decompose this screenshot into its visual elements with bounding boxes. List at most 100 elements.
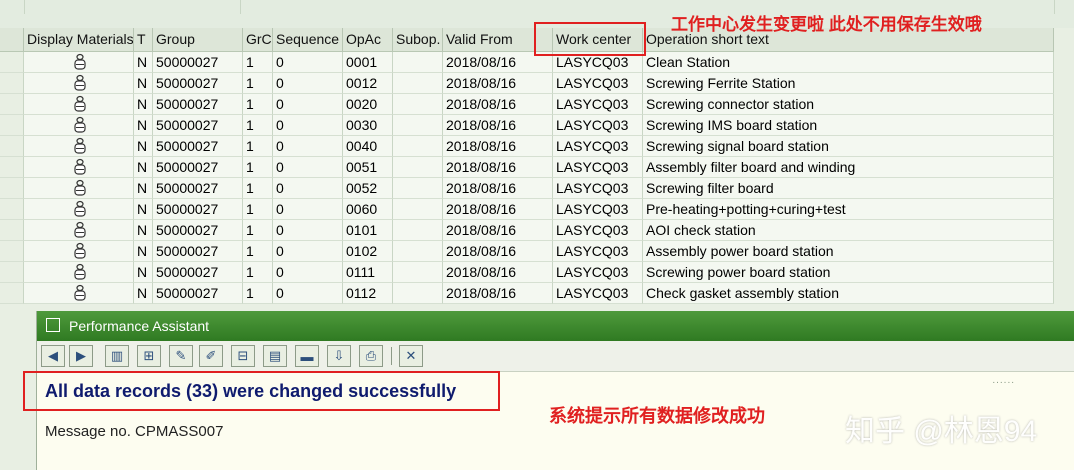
print-icon[interactable]: ⎙ bbox=[359, 345, 383, 367]
row-selector[interactable] bbox=[0, 220, 24, 241]
row-selector[interactable] bbox=[0, 262, 24, 283]
display-materials-cell[interactable] bbox=[24, 241, 134, 262]
material-component-icon[interactable] bbox=[73, 94, 87, 114]
opac-cell[interactable]: 0060 bbox=[343, 199, 393, 220]
display-materials-cell[interactable] bbox=[24, 178, 134, 199]
opac-cell[interactable]: 0111 bbox=[343, 262, 393, 283]
opac-cell[interactable]: 0012 bbox=[343, 73, 393, 94]
table-row[interactable]: N 50000027 1 0 0020 2018/08/16 LASYCQ03 Screwin… bbox=[0, 94, 1054, 115]
col-opac[interactable]: OpAc bbox=[343, 28, 393, 51]
card-icon[interactable]: ▬ bbox=[295, 345, 319, 367]
group-cell[interactable]: 50000027 bbox=[153, 73, 243, 94]
structure-icon[interactable]: ⊞ bbox=[137, 345, 161, 367]
operation-text-cell[interactable]: Assembly filter board and winding bbox=[643, 157, 1054, 178]
table-row[interactable]: N 50000027 1 0 0102 2018/08/16 LASYCQ03 Assembl… bbox=[0, 241, 1054, 262]
subop-cell[interactable] bbox=[393, 157, 443, 178]
grc-cell[interactable]: 1 bbox=[243, 94, 273, 115]
t-cell[interactable]: N bbox=[134, 52, 153, 73]
material-component-icon[interactable] bbox=[73, 178, 87, 198]
work-center-cell[interactable]: LASYCQ03 bbox=[553, 136, 643, 157]
opac-cell[interactable]: 0020 bbox=[343, 94, 393, 115]
opac-cell[interactable]: 0101 bbox=[343, 220, 393, 241]
subop-cell[interactable] bbox=[393, 73, 443, 94]
grc-cell[interactable]: 1 bbox=[243, 220, 273, 241]
row-selector[interactable] bbox=[0, 157, 24, 178]
grc-cell[interactable]: 1 bbox=[243, 52, 273, 73]
subop-cell[interactable] bbox=[393, 241, 443, 262]
work-center-cell[interactable]: LASYCQ03 bbox=[553, 115, 643, 136]
subop-cell[interactable] bbox=[393, 199, 443, 220]
opac-cell[interactable]: 0040 bbox=[343, 136, 393, 157]
row-selector[interactable] bbox=[0, 241, 24, 262]
table-row[interactable]: N 50000027 1 0 0051 2018/08/16 LASYCQ03 Assembl… bbox=[0, 157, 1054, 178]
close-icon[interactable]: ✕ bbox=[399, 345, 423, 367]
work-center-cell[interactable]: LASYCQ03 bbox=[553, 199, 643, 220]
valid-from-cell[interactable]: 2018/08/16 bbox=[443, 199, 553, 220]
work-center-cell[interactable]: LASYCQ03 bbox=[553, 178, 643, 199]
grc-cell[interactable]: 1 bbox=[243, 73, 273, 94]
valid-from-cell[interactable]: 2018/08/16 bbox=[443, 241, 553, 262]
sequence-cell[interactable]: 0 bbox=[273, 73, 343, 94]
t-cell[interactable]: N bbox=[134, 178, 153, 199]
row-selector[interactable] bbox=[0, 52, 24, 73]
group-cell[interactable]: 50000027 bbox=[153, 115, 243, 136]
table-row[interactable]: N 50000027 1 0 0112 2018/08/16 LASYCQ03 Check g… bbox=[0, 283, 1054, 304]
t-cell[interactable]: N bbox=[134, 199, 153, 220]
display-materials-cell[interactable] bbox=[24, 262, 134, 283]
subop-cell[interactable] bbox=[393, 262, 443, 283]
subop-cell[interactable] bbox=[393, 94, 443, 115]
grc-cell[interactable]: 1 bbox=[243, 178, 273, 199]
material-component-icon[interactable] bbox=[73, 73, 87, 93]
subop-cell[interactable] bbox=[393, 115, 443, 136]
material-component-icon[interactable] bbox=[73, 262, 87, 282]
display-materials-cell[interactable] bbox=[24, 94, 134, 115]
subop-cell[interactable] bbox=[393, 178, 443, 199]
row-selector[interactable] bbox=[0, 136, 24, 157]
t-cell[interactable]: N bbox=[134, 262, 153, 283]
material-component-icon[interactable] bbox=[73, 220, 87, 240]
group-cell[interactable]: 50000027 bbox=[153, 241, 243, 262]
material-component-icon[interactable] bbox=[73, 199, 87, 219]
col-group[interactable]: Group bbox=[153, 28, 243, 51]
material-component-icon[interactable] bbox=[73, 136, 87, 156]
valid-from-cell[interactable]: 2018/08/16 bbox=[443, 157, 553, 178]
group-cell[interactable]: 50000027 bbox=[153, 262, 243, 283]
t-cell[interactable]: N bbox=[134, 73, 153, 94]
col-display-materials[interactable]: Display Materials bbox=[24, 28, 134, 51]
subop-cell[interactable] bbox=[393, 283, 443, 304]
display-materials-cell[interactable] bbox=[24, 52, 134, 73]
group-cell[interactable]: 50000027 bbox=[153, 157, 243, 178]
edit-icon[interactable]: ✎ bbox=[169, 345, 193, 367]
col-sequence[interactable]: Sequence bbox=[273, 28, 343, 51]
material-component-icon[interactable] bbox=[73, 115, 87, 135]
work-center-cell[interactable]: LASYCQ03 bbox=[553, 73, 643, 94]
t-cell[interactable]: N bbox=[134, 157, 153, 178]
opac-cell[interactable]: 0112 bbox=[343, 283, 393, 304]
operation-text-cell[interactable]: Screwing Ferrite Station bbox=[643, 73, 1054, 94]
table-icon[interactable]: ▤ bbox=[263, 345, 287, 367]
operation-text-cell[interactable]: Screwing power board station bbox=[643, 262, 1054, 283]
subop-cell[interactable] bbox=[393, 52, 443, 73]
col-t[interactable]: T bbox=[134, 28, 153, 51]
row-selector[interactable] bbox=[0, 283, 24, 304]
row-selector[interactable] bbox=[0, 199, 24, 220]
download-icon[interactable]: ⇩ bbox=[327, 345, 351, 367]
operation-text-cell[interactable]: Screwing IMS board station bbox=[643, 115, 1054, 136]
book-icon[interactable]: ▥ bbox=[105, 345, 129, 367]
group-cell[interactable]: 50000027 bbox=[153, 199, 243, 220]
operation-text-cell[interactable]: Screwing connector station bbox=[643, 94, 1054, 115]
subop-cell[interactable] bbox=[393, 220, 443, 241]
row-selector[interactable] bbox=[0, 178, 24, 199]
t-cell[interactable]: N bbox=[134, 115, 153, 136]
row-selector[interactable] bbox=[0, 94, 24, 115]
pen-icon[interactable]: ✐ bbox=[199, 345, 223, 367]
table-row[interactable]: N 50000027 1 0 0040 2018/08/16 LASYCQ03 Screwin… bbox=[0, 136, 1054, 157]
work-center-cell[interactable]: LASYCQ03 bbox=[553, 94, 643, 115]
t-cell[interactable]: N bbox=[134, 220, 153, 241]
sequence-cell[interactable]: 0 bbox=[273, 136, 343, 157]
group-cell[interactable]: 50000027 bbox=[153, 283, 243, 304]
display-materials-cell[interactable] bbox=[24, 115, 134, 136]
work-center-cell[interactable]: LASYCQ03 bbox=[553, 262, 643, 283]
t-cell[interactable]: N bbox=[134, 136, 153, 157]
valid-from-cell[interactable]: 2018/08/16 bbox=[443, 115, 553, 136]
